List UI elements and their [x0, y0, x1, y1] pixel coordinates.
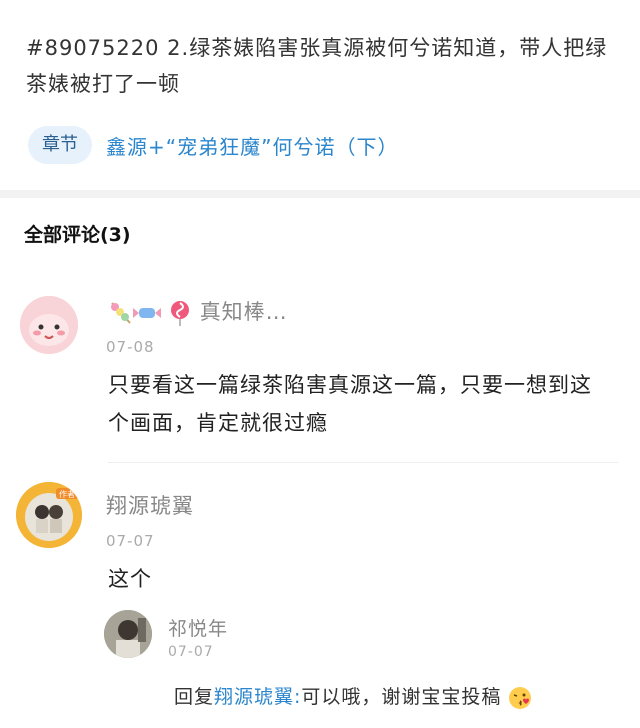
chapter-link[interactable]: 鑫源+“宠弟狂魔”何兮诺（下）: [106, 131, 398, 160]
comment-author-name[interactable]: 翔源琥翼: [106, 490, 194, 520]
reply-author-name[interactable]: 祁悦年: [168, 614, 228, 641]
comment-author-name: 真知棒…: [199, 300, 288, 324]
reply-text-line: 回复翔源琥翼:可以哦，谢谢宝宝投稿: [174, 682, 532, 710]
comment-date: 07-08: [106, 338, 155, 356]
comment-text: 只要看这一篇绿茶陷害真源这一篇，只要一想到这个画面，肯定就很过瘾: [108, 373, 592, 435]
kiss-emoji-icon: [509, 686, 532, 709]
photo-avatar-icon: [104, 610, 152, 658]
reply-to-user[interactable]: 翔源琥翼:: [214, 686, 301, 708]
comment-text: 这个: [108, 567, 152, 591]
chapter-chip: 章节: [28, 126, 92, 164]
comments-header: 全部评论(3): [24, 224, 131, 246]
section-divider: [0, 190, 640, 198]
chapter-row[interactable]: 章节 鑫源+“宠弟狂魔”何兮诺（下）: [28, 126, 398, 164]
avatar[interactable]: [104, 610, 152, 658]
comment-date: 07-07: [106, 532, 155, 550]
comment-author[interactable]: 真知棒…: [106, 296, 288, 327]
post-quote: #89075220 2.绿茶婊陷害张真源被何兮诺知道，带人把绿茶婊被打了一顿: [26, 36, 608, 96]
reply-date: 07-07: [168, 644, 214, 660]
reply-text: 可以哦，谢谢宝宝投稿: [301, 686, 502, 708]
candy-emoji-icon: [111, 301, 189, 326]
cartoon-avatar-icon: [20, 296, 78, 354]
comment-separator: [108, 462, 618, 463]
reply-prefix: 回复: [174, 686, 215, 708]
avatar[interactable]: [20, 296, 78, 354]
avatar[interactable]: 作者: [16, 482, 82, 548]
author-photo-avatar-icon: 作者: [16, 482, 82, 548]
author-badge: 作者: [59, 489, 75, 499]
